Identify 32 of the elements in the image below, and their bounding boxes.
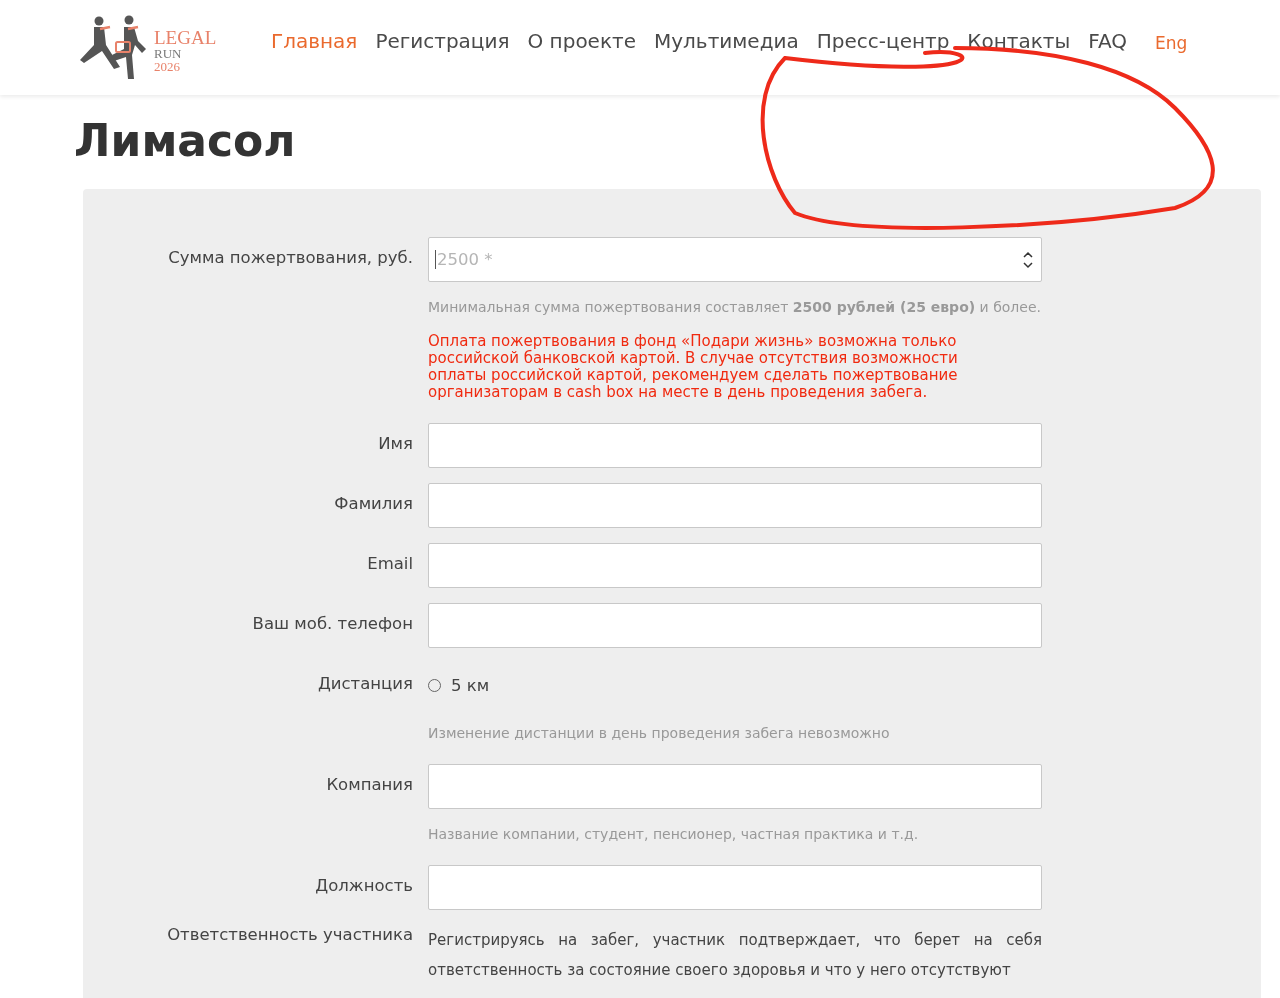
hint-text: Название компании, студент, пенсионер, частная практика и т.д. [428,826,920,842]
field-label: Сумма пожертвования, руб. [167,247,413,267]
radio-label: 5 км [451,676,490,695]
field-label: Имя [377,433,413,453]
input-field[interactable] [428,483,1042,528]
field-label: Email [366,553,413,573]
input-field[interactable] [428,764,1042,809]
nav-link[interactable]: Контакты [967,28,1071,53]
nav-link[interactable]: О проекте [527,28,636,53]
statement-text: Регистрируясь на забег, участник подтверждает, что берет на себя ответственность за состояние своего здоровья и что у него отсутствуют [428,930,1042,981]
hint-text: Минимальная сумма пожертвования составляет 2500 рублей (25 евро) и более. [428,299,1042,315]
nav-link[interactable]: FAQ [1088,28,1128,53]
stepper-icon[interactable] [1023,250,1033,269]
hint-text: Изменение дистанции в день проведения забега невозможно [428,725,891,741]
nav-link[interactable]: Регистрация [375,28,510,53]
input-field[interactable] [428,865,1042,910]
logo-text: RUN [154,46,183,60]
field-label: Дистанция [316,673,413,693]
input-field[interactable] [428,543,1042,588]
field-label: Должность [314,875,413,895]
field-label: Компания [325,774,413,794]
nav-link[interactable]: Пресс-центр [816,28,950,53]
nav-link[interactable]: Мультимедиа [653,28,799,53]
logo-year: 2026 [154,59,181,73]
field-label: Фамилия [333,493,413,513]
input-field[interactable] [428,423,1042,468]
warning-text: Оплата пожертвования в фонд «Подари жизнь» возможна только российской банковской картой. В случае отсутствия возможности оплаты российской картой, рекомендуем сделать пожертвование организаторам в cash box на месте в день проведения забега. [428,333,959,401]
field-label: Ваш моб. телефон [251,613,413,633]
logo-text: LEGAL [154,27,217,47]
page-title: Лимасол [74,115,297,167]
input-field[interactable] [428,603,1042,648]
field-label: Ответственность участника [166,925,413,944]
